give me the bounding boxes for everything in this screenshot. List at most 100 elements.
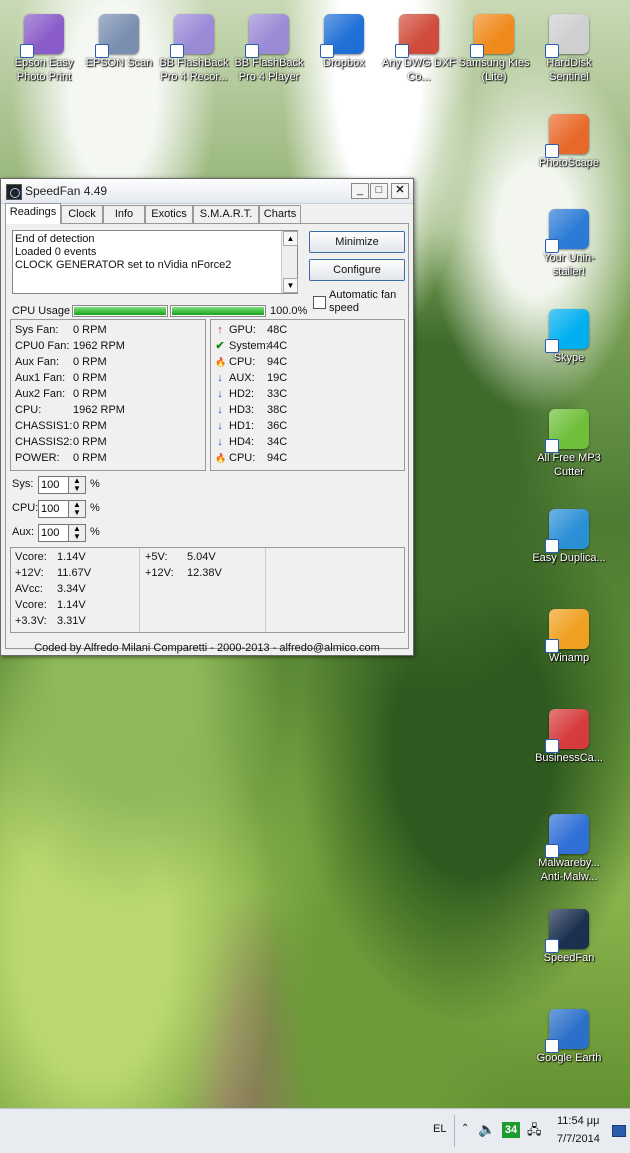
spin-arrows-icon[interactable]: ▲ ▼: [68, 476, 86, 494]
desktop-shortcut[interactable]: BB FlashBack Pro 4 Player: [229, 10, 309, 84]
tab-smart[interactable]: S.M.A.R.T.: [193, 205, 259, 223]
clock-time[interactable]: 11:54 μμ: [557, 1115, 599, 1127]
temp-value: 33C: [267, 388, 288, 400]
log-line: CLOCK GENERATOR set to nVidia nForce2: [15, 259, 232, 271]
speed-label: Aux:: [12, 526, 35, 538]
speed-input[interactable]: 100: [38, 500, 72, 518]
player-icon: [245, 14, 289, 58]
desktop-shortcut[interactable]: SpeedFan: [529, 905, 609, 965]
temp-name: HD3:: [229, 404, 255, 416]
voltage-value: 1.14V: [57, 599, 86, 611]
desktop-shortcut[interactable]: Any DWG DXF Co...: [379, 10, 459, 84]
fan-name: Sys Fan:: [15, 324, 59, 336]
photoscape-icon: [545, 114, 589, 158]
fan-name: Aux2 Fan:: [15, 388, 66, 400]
desktop-shortcut[interactable]: Malwareby... Anti-Malw...: [529, 810, 609, 884]
tab-charts[interactable]: Charts: [259, 205, 301, 223]
minimize-button[interactable]: Minimize: [309, 231, 405, 253]
desktop-shortcut-label: Easy Duplica...: [532, 552, 606, 564]
maximize-window-button[interactable]: □: [370, 183, 388, 199]
desktop-shortcut[interactable]: Skype: [529, 305, 609, 365]
desktop-shortcut-label: BB FlashBack Pro 4 Player: [234, 57, 304, 83]
voltage-value: 3.34V: [57, 583, 86, 595]
spin-arrows-icon[interactable]: ▲ ▼: [68, 500, 86, 518]
desktop-shortcut[interactable]: HardDisk Sentinel: [529, 10, 609, 84]
network-icon[interactable]: 🖧: [527, 1121, 542, 1143]
tab-readings[interactable]: Readings: [5, 203, 61, 224]
down-arrow-icon: ↓: [217, 372, 223, 384]
kies-icon: [470, 14, 514, 58]
clock-date[interactable]: 7/7/2014: [557, 1133, 600, 1145]
flame-icon: 🔥: [215, 453, 227, 463]
desktop-shortcut[interactable]: Winamp: [529, 605, 609, 665]
voltage-value: 11.67V: [57, 567, 92, 579]
show-hidden-icons[interactable]: ⌃: [461, 1123, 469, 1134]
taskbar: EL ⌃ 🔈 34 🖧 11:54 μμ 7/7/2014: [0, 1108, 630, 1153]
desktop-shortcut[interactable]: PhotoScape: [529, 110, 609, 170]
scroll-down-icon[interactable]: ▼: [283, 278, 298, 293]
speed-input[interactable]: 100: [38, 476, 72, 494]
tab-clock[interactable]: Clock: [61, 205, 103, 223]
speed-stepper[interactable]: 100 ▲ ▼: [38, 500, 88, 518]
log-line: Loaded 0 events: [15, 246, 97, 258]
automatic-fan-speed-checkbox[interactable]: [313, 296, 326, 309]
speed-input[interactable]: 100: [38, 524, 72, 542]
desktop-shortcut[interactable]: Dropbox: [304, 10, 384, 70]
cpu-usage-fill: [172, 307, 264, 315]
speedfan-app-icon: [6, 184, 22, 200]
desktop-shortcut[interactable]: EPSON Scan: [79, 10, 159, 70]
tab-info[interactable]: Info: [103, 205, 145, 223]
speed-label: CPU:: [12, 502, 39, 514]
tray-badge[interactable]: 34: [502, 1122, 520, 1138]
automatic-fan-speed-label: Automatic fan speed: [329, 289, 397, 314]
volume-icon[interactable]: 🔈: [478, 1121, 495, 1138]
title-bar[interactable]: SpeedFan 4.49 _ □ ✕: [1, 179, 413, 204]
event-log[interactable]: End of detection Loaded 0 events CLOCK G…: [12, 230, 298, 294]
speed-stepper[interactable]: 100 ▲ ▼: [38, 524, 88, 542]
desktop-shortcut-label: Samsung Kies (Lite): [458, 57, 530, 83]
temp-value: 44C: [267, 340, 288, 352]
desktop-shortcut[interactable]: All Free MP3 Cutter: [529, 405, 609, 479]
log-scrollbar[interactable]: ▲ ▼: [281, 231, 298, 293]
fan-value: 1962 RPM: [73, 340, 125, 352]
desktop-shortcut-label: SpeedFan: [543, 952, 595, 964]
minimize-window-button[interactable]: _: [351, 183, 369, 199]
credits-footer: Coded by Alfredo Milani Comparetti - 200…: [34, 642, 380, 654]
desktop-shortcut[interactable]: Google Earth: [529, 1005, 609, 1065]
spin-arrows-icon[interactable]: ▲ ▼: [68, 524, 86, 542]
speed-stepper[interactable]: 100 ▲ ▼: [38, 476, 88, 494]
speed-unit: %: [90, 502, 100, 514]
desktop-shortcut[interactable]: Epson Easy Photo Print: [4, 10, 84, 84]
desktop-shortcut-label: BB FlashBack Pro 4 Recor...: [159, 57, 229, 83]
desktop-shortcut[interactable]: BusinessCa...: [529, 705, 609, 765]
desktop-shortcut[interactable]: BB FlashBack Pro 4 Recor...: [154, 10, 234, 84]
language-indicator[interactable]: EL: [433, 1123, 446, 1135]
voltage-value: 12.38V: [187, 567, 222, 579]
desktop-shortcut[interactable]: Samsung Kies (Lite): [454, 10, 534, 84]
temp-name: HD2:: [229, 388, 255, 400]
configure-button[interactable]: Configure: [309, 259, 405, 281]
cpu-usage-fill: [74, 307, 166, 315]
temp-value: 48C: [267, 324, 288, 336]
desktop-shortcut-label: Your Unin-staller!: [543, 252, 595, 278]
desktop-shortcut[interactable]: Easy Duplica...: [529, 505, 609, 565]
fan-name: POWER:: [15, 452, 60, 464]
temp-value: 36C: [267, 420, 288, 432]
close-window-button[interactable]: ✕: [391, 183, 409, 199]
tab-exotics[interactable]: Exotics: [145, 205, 193, 223]
uninstaller-icon: [545, 209, 589, 253]
divider: [139, 548, 140, 632]
window-title: SpeedFan 4.49: [25, 184, 108, 198]
down-arrow-icon: ↓: [217, 388, 223, 400]
temp-name: AUX:: [229, 372, 255, 384]
desktop-shortcut[interactable]: Your Unin-staller!: [529, 205, 609, 279]
temp-name: CPU:: [229, 452, 256, 464]
show-desktop-icon[interactable]: [612, 1125, 626, 1137]
voltage-readings-box: Vcore: 1.14V +12V: 11.67V AVcc: 3.34V Vcore: 1.…: [10, 547, 405, 633]
flame-icon: 🔥: [215, 357, 227, 367]
cpu-usage-bar-2: [170, 305, 266, 317]
down-arrow-icon: ↓: [217, 436, 223, 448]
temp-name: System:: [229, 340, 269, 352]
speedfan-window[interactable]: SpeedFan 4.49 _ □ ✕ Readings Clock Info …: [0, 178, 414, 656]
scroll-up-icon[interactable]: ▲: [283, 231, 298, 246]
